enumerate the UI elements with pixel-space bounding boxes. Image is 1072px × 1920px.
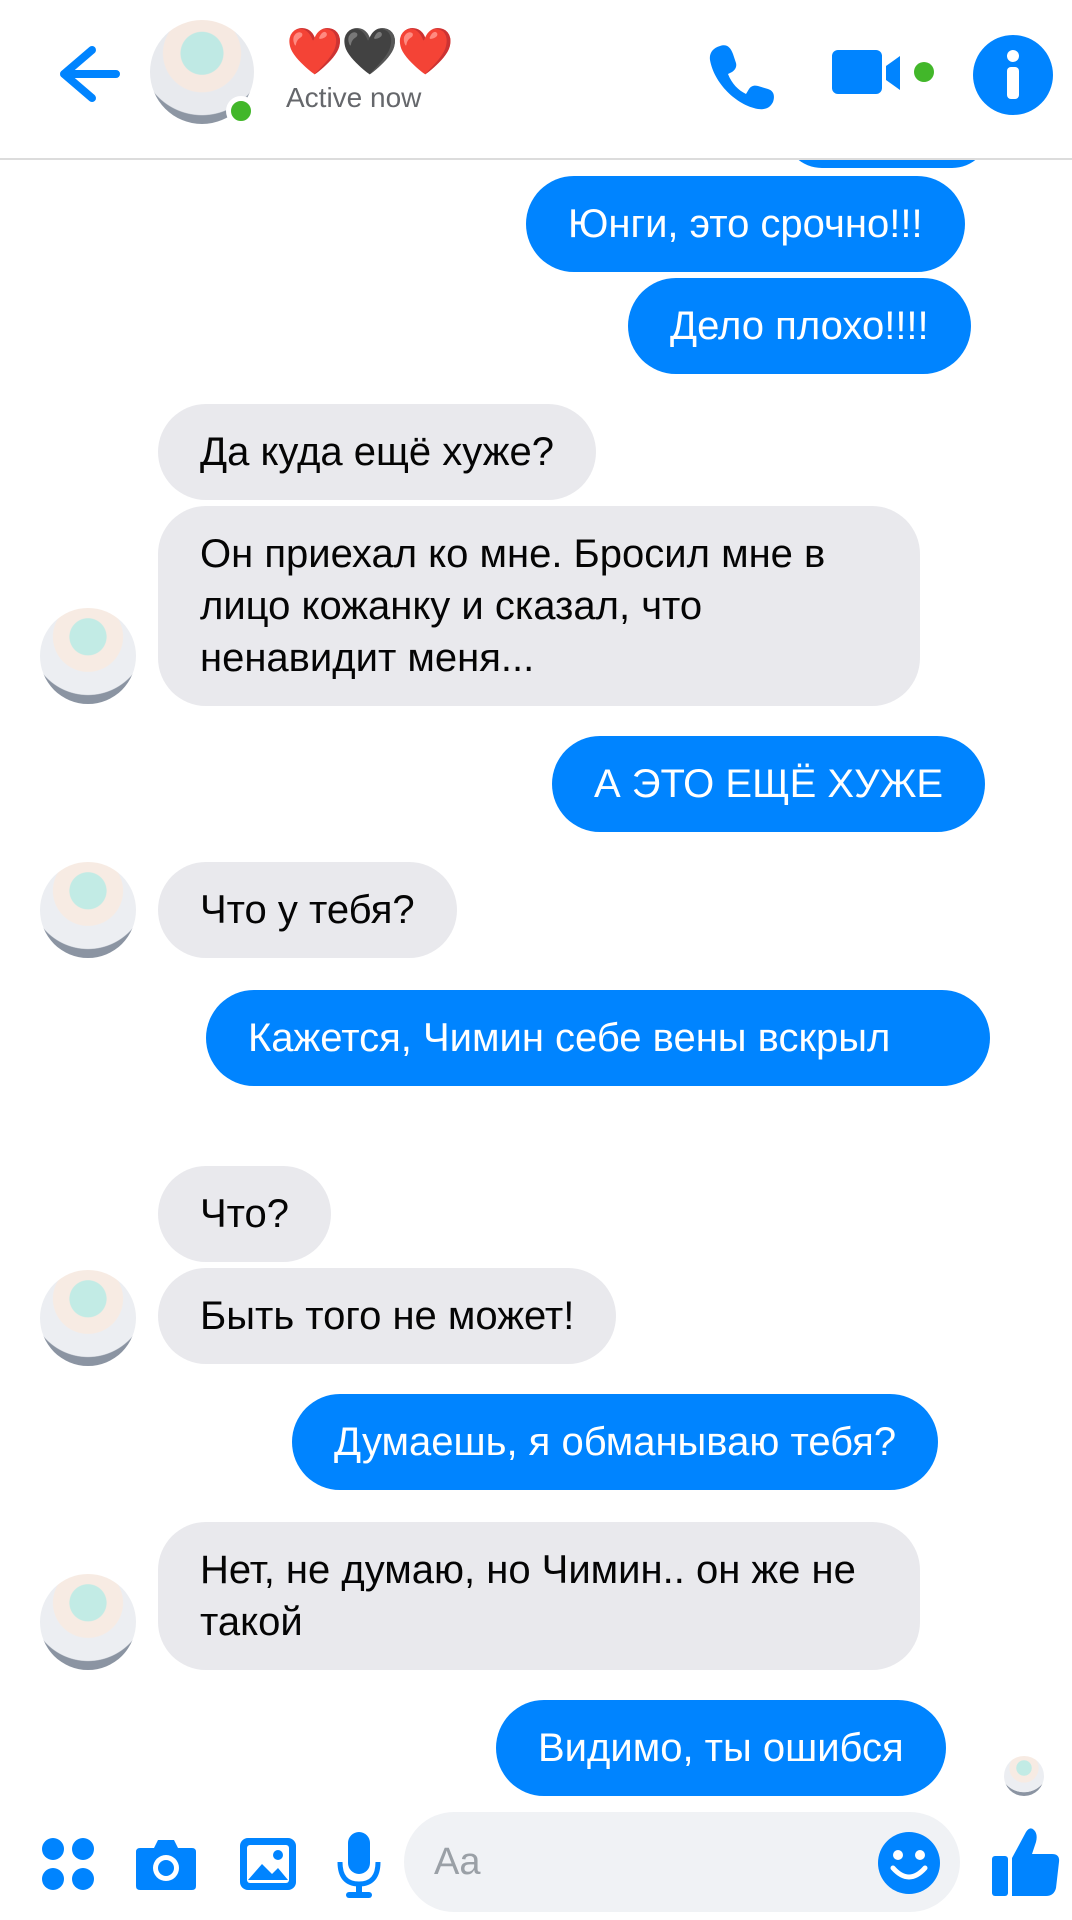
contact-avatar-button[interactable] <box>150 20 256 126</box>
like-button[interactable] <box>990 1824 1062 1900</box>
apps-button[interactable] <box>40 1836 96 1892</box>
microphone-button[interactable] <box>336 1830 382 1900</box>
camera-button[interactable] <box>134 1834 198 1894</box>
incoming-message[interactable]: Что? <box>158 1166 332 1262</box>
sender-avatar[interactable] <box>40 1270 136 1366</box>
image-icon <box>240 1838 296 1890</box>
phone-icon <box>709 45 774 110</box>
outgoing-message[interactable]: Юнги, это срочно!!! <box>526 176 965 272</box>
read-receipt-avatar <box>1004 1756 1044 1796</box>
arrow-left-icon <box>60 46 120 102</box>
sender-avatar[interactable] <box>40 1574 136 1670</box>
outgoing-message[interactable]: Думаешь, я обманываю тебя? <box>292 1394 939 1490</box>
info-icon <box>973 35 1053 115</box>
contact-name[interactable]: ❤️🖤❤️ <box>286 22 454 80</box>
outgoing-message[interactable]: Кажется, Чимин себе вены вскрыл <box>206 990 990 1086</box>
incoming-message[interactable]: Нет, не думаю, но Чимин.. он же не такой <box>158 1522 920 1670</box>
microphone-icon <box>337 1832 381 1898</box>
active-status: Active now <box>286 82 422 113</box>
incoming-message[interactable]: Что у тебя? <box>158 862 457 958</box>
online-indicator <box>226 96 256 126</box>
gallery-button[interactable] <box>238 1834 298 1894</box>
incoming-message[interactable]: Да куда ещё хуже? <box>158 404 596 500</box>
call-button[interactable] <box>702 36 782 116</box>
sender-avatar[interactable] <box>40 862 136 958</box>
video-call-button[interactable] <box>832 44 942 104</box>
sender-avatar[interactable] <box>40 608 136 704</box>
thumbs-up-icon <box>992 1828 1060 1896</box>
message-composer <box>0 1800 1072 1920</box>
emoji-button[interactable] <box>876 1830 942 1896</box>
apps-grid-icon <box>42 1838 94 1890</box>
info-button[interactable] <box>970 32 1056 118</box>
outgoing-message[interactable]: А ЭТО ЕЩЁ ХУЖЕ <box>552 736 986 832</box>
outgoing-message[interactable]: Дело плохо!!!! <box>628 278 971 374</box>
outgoing-message[interactable]: Видимо, ты ошибся <box>496 1700 946 1796</box>
video-camera-icon <box>832 50 934 94</box>
message-thread: Юнги, это срочно!!! Дело плохо!!!! Да ку… <box>0 130 1072 1800</box>
smiley-icon <box>878 1832 940 1894</box>
camera-icon <box>136 1840 196 1890</box>
conversation-header: ❤️🖤❤️ Active now <box>0 0 1072 160</box>
incoming-message[interactable]: Он приехал ко мне. Бросил мне в лицо кож… <box>158 506 920 706</box>
back-button[interactable] <box>48 38 128 110</box>
messenger-screen: ❤️🖤❤️ Active now Юнги, это срочно!!! Дел… <box>0 0 1072 1920</box>
incoming-message[interactable]: Быть того не может! <box>158 1268 617 1364</box>
